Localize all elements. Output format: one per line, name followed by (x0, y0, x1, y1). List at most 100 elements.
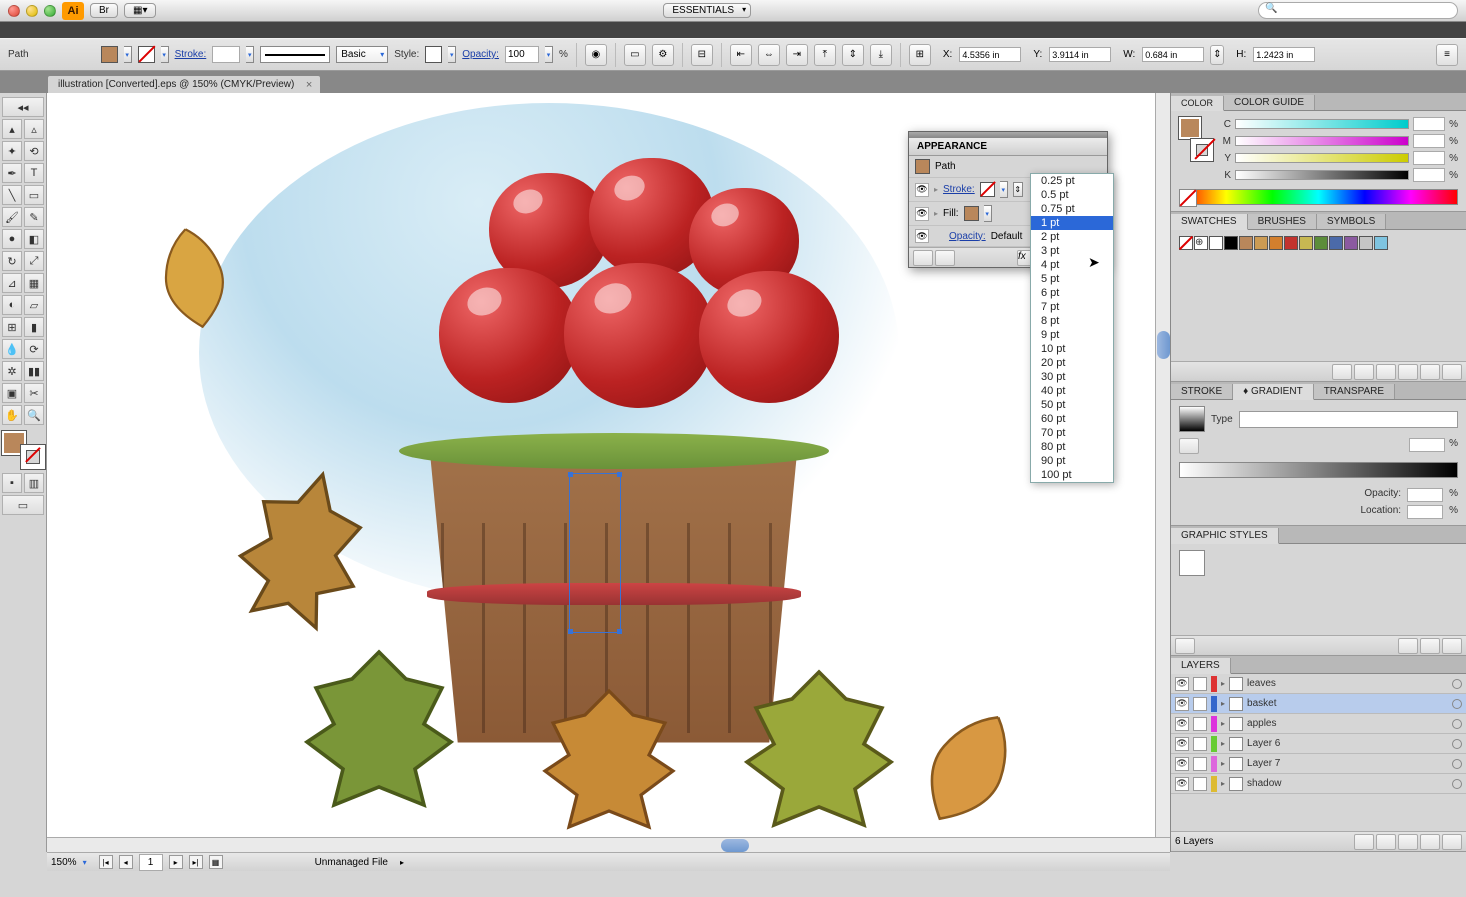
stroke-weight-option[interactable]: 4 pt (1031, 258, 1113, 272)
layer-target-icon[interactable] (1452, 779, 1462, 789)
fill-swatch[interactable] (101, 46, 118, 63)
collapse-toolbox-icon[interactable]: ◂◂ (2, 97, 44, 117)
x-input[interactable] (959, 47, 1021, 62)
hand-tool[interactable]: ✋ (2, 405, 22, 425)
opacity-visibility-icon[interactable]: 👁 (915, 229, 929, 243)
stroke-weight-option[interactable]: 90 pt (1031, 454, 1113, 468)
layer-expand-icon[interactable]: ▸ (1221, 679, 1225, 688)
delete-swatch-icon[interactable] (1442, 364, 1462, 380)
v-scroll-thumb[interactable] (1157, 331, 1170, 359)
layer-visibility-icon[interactable]: 👁 (1175, 717, 1189, 731)
stroke-weight-option[interactable]: 20 pt (1031, 356, 1113, 370)
transform-anchor-icon[interactable]: ⊞ (909, 44, 931, 66)
panel-menu-icon[interactable]: ≡ (1436, 44, 1458, 66)
layer-name-label[interactable]: shadow (1247, 778, 1448, 789)
gradient-location-input[interactable] (1407, 505, 1443, 519)
appearance-stroke-label[interactable]: Stroke: (943, 184, 975, 195)
lasso-tool[interactable]: ⟲ (24, 141, 44, 161)
magic-wand-tool[interactable]: ✦ (2, 141, 22, 161)
appearance-fill-dropdown[interactable]: ▾ (984, 205, 992, 222)
slice-tool[interactable]: ✂ (24, 383, 44, 403)
stroke-swatch[interactable] (138, 46, 155, 63)
blend-tool[interactable]: ⟳ (24, 339, 44, 359)
layer-name-label[interactable]: basket (1247, 698, 1448, 709)
graph-tool[interactable]: ▮▮ (24, 361, 44, 381)
recolor-artwork-icon[interactable]: ◉ (585, 44, 607, 66)
delete-layer-icon[interactable] (1442, 834, 1462, 850)
gradient-tool[interactable]: ▮ (24, 317, 44, 337)
type-tool[interactable]: T (24, 163, 44, 183)
new-color-group-icon[interactable] (1398, 364, 1418, 380)
y-input[interactable] (1049, 47, 1111, 62)
layer-lock-icon[interactable] (1193, 757, 1207, 771)
layers-tab[interactable]: LAYERS (1171, 658, 1231, 674)
stroke-weight-option[interactable]: 0.75 pt (1031, 202, 1113, 216)
stroke-visibility-icon[interactable]: 👁 (915, 183, 929, 197)
mesh-tool[interactable]: ⊞ (2, 317, 22, 337)
pen-tool[interactable]: ✒ (2, 163, 22, 183)
free-transform-tool[interactable]: ▦ (24, 273, 44, 293)
swatch-11[interactable] (1374, 236, 1388, 250)
preferences-icon[interactable]: ⚙ (652, 44, 674, 66)
make-clipping-mask-icon[interactable] (1376, 834, 1396, 850)
appearance-fill-swatch[interactable] (964, 206, 979, 221)
blob-brush-tool[interactable]: ● (2, 229, 22, 249)
align-left-icon[interactable]: ⇤ (730, 44, 752, 66)
style-dropdown[interactable]: ▾ (448, 46, 456, 63)
swatch-grid[interactable]: ⊕ (1179, 236, 1458, 250)
stroke-color-box[interactable] (21, 445, 45, 469)
fill-dropdown[interactable]: ▾ (124, 46, 132, 63)
first-artboard-icon[interactable]: |◂ (99, 855, 113, 869)
next-artboard-icon[interactable]: ▸ (169, 855, 183, 869)
graphic-styles-tab[interactable]: GRAPHIC STYLES (1171, 528, 1279, 544)
layer-name-label[interactable]: leaves (1247, 678, 1448, 689)
swatch-1[interactable] (1224, 236, 1238, 250)
layer-row[interactable]: 👁 ▸ Layer 7 (1171, 754, 1466, 774)
layer-lock-icon[interactable] (1193, 777, 1207, 791)
graphic-styles-libraries-icon[interactable] (1175, 638, 1195, 654)
appearance-opacity-label[interactable]: Opacity: (949, 231, 986, 242)
swatch-options-icon[interactable] (1376, 364, 1396, 380)
none-color-icon[interactable] (1179, 189, 1197, 207)
stroke-tab[interactable]: STROKE (1171, 384, 1233, 399)
line-tool[interactable]: ╲ (2, 185, 22, 205)
align-bottom-icon[interactable]: ⤓ (870, 44, 892, 66)
swatches-tab[interactable]: SWATCHES (1171, 214, 1248, 230)
swatch-libraries-icon[interactable] (1332, 364, 1352, 380)
scale-tool[interactable]: ⤢ (24, 251, 44, 271)
close-tab-icon[interactable]: × (306, 79, 312, 91)
swatch-4[interactable] (1269, 236, 1283, 250)
new-swatch-icon[interactable] (1420, 364, 1440, 380)
color-spectrum[interactable] (1179, 189, 1458, 205)
appearance-stroke-swatch[interactable] (980, 182, 995, 197)
stroke-label[interactable]: Stroke: (175, 49, 207, 60)
h-input[interactable] (1253, 47, 1315, 62)
layer-row[interactable]: 👁 ▸ shadow (1171, 774, 1466, 794)
align-right-icon[interactable]: ⇥ (786, 44, 808, 66)
zoom-window-button[interactable] (44, 5, 56, 17)
last-artboard-icon[interactable]: ▸| (189, 855, 203, 869)
layer-row[interactable]: 👁 ▸ basket (1171, 694, 1466, 714)
bridge-button[interactable]: Br (90, 3, 118, 18)
artboard-input[interactable] (139, 854, 163, 871)
zoom-tool[interactable]: 🔍 (24, 405, 44, 425)
stroke-weight-option[interactable]: 0.5 pt (1031, 188, 1113, 202)
layer-visibility-icon[interactable]: 👁 (1175, 777, 1189, 791)
gradient-mode-icon[interactable]: ▥ (24, 473, 44, 493)
m-slider[interactable] (1235, 136, 1409, 146)
document-tab[interactable]: illustration [Converted].eps @ 150% (CMY… (48, 76, 320, 93)
layer-expand-icon[interactable]: ▸ (1221, 719, 1225, 728)
rotate-tool[interactable]: ↻ (2, 251, 22, 271)
color-mode-icon[interactable]: ▪ (2, 473, 22, 493)
layer-visibility-icon[interactable]: 👁 (1175, 737, 1189, 751)
color-tab[interactable]: COLOR (1171, 96, 1224, 111)
align-top-icon[interactable]: ⤒ (814, 44, 836, 66)
show-swatch-kinds-icon[interactable] (1354, 364, 1374, 380)
layer-lock-icon[interactable] (1193, 717, 1207, 731)
layer-target-icon[interactable] (1452, 739, 1462, 749)
stroke-swatch-dropdown[interactable]: ▾ (161, 46, 169, 63)
swatch-none[interactable] (1179, 236, 1193, 250)
break-link-style-icon[interactable] (1398, 638, 1418, 654)
layer-name-label[interactable]: Layer 7 (1247, 758, 1448, 769)
layer-expand-icon[interactable]: ▸ (1221, 779, 1225, 788)
